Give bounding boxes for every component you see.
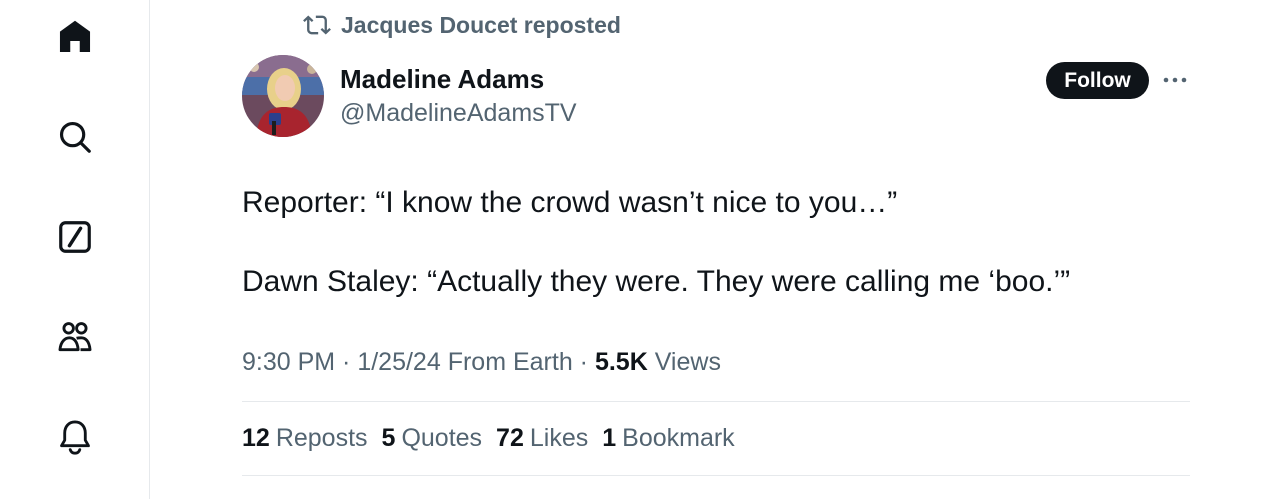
views-label: Views — [647, 348, 721, 376]
engagement-stats: 12 Reposts 5 Quotes 72 Likes 1 Bookmark — [242, 421, 749, 455]
likes-stat[interactable]: 72 Likes — [496, 421, 588, 455]
quotes-label: Quotes — [401, 424, 483, 452]
divider — [242, 475, 1190, 476]
notifications-icon[interactable] — [54, 416, 96, 458]
repost-icon — [303, 15, 331, 35]
likes-count: 72 — [496, 424, 524, 452]
reposts-label: Reposts — [275, 424, 368, 452]
reposts-count: 12 — [242, 424, 270, 452]
views-count: 5.5K — [594, 348, 648, 376]
bookmarks-stat[interactable]: 1 Bookmark — [602, 421, 734, 455]
meta-separator: · — [572, 348, 595, 376]
repost-context[interactable]: Jacques Doucet reposted — [303, 10, 621, 40]
quotes-stat[interactable]: 5 Quotes — [382, 421, 483, 455]
repost-text: Jacques Doucet reposted — [341, 11, 621, 38]
tweet-location: From Earth — [440, 348, 573, 376]
tweet-time[interactable]: 9:30 PM — [242, 348, 335, 376]
tweet-date[interactable]: 1/25/24 — [357, 348, 440, 376]
avatar[interactable] — [242, 55, 324, 137]
compose-icon[interactable] — [54, 216, 96, 258]
meta-separator: · — [335, 348, 358, 376]
more-icon — [1163, 77, 1187, 83]
home-icon[interactable] — [54, 16, 96, 58]
tweet-line-1: Reporter: “I know the crowd wasn’t nice … — [242, 186, 898, 219]
more-options-button[interactable] — [1161, 68, 1189, 92]
likes-label: Likes — [529, 424, 589, 452]
author-handle[interactable]: @MadelineAdamsTV — [340, 96, 577, 130]
tweet-meta: 9:30 PM · 1/25/24 From Earth · 5.5K View… — [242, 345, 721, 379]
search-icon[interactable] — [54, 116, 96, 158]
reposts-stat[interactable]: 12 Reposts — [242, 421, 368, 455]
bookmarks-count: 1 — [602, 424, 617, 452]
tweet-detail: Jacques Doucet reposted Madeline Adams @… — [151, 0, 1280, 499]
sidebar-nav — [0, 0, 150, 499]
author-display-name[interactable]: Madeline Adams — [340, 62, 544, 96]
communities-icon[interactable] — [54, 316, 96, 358]
follow-button[interactable]: Follow — [1046, 62, 1149, 99]
tweet-text: Reporter: “I know the crowd wasn’t nice … — [242, 183, 1242, 302]
tweet-line-2: Dawn Staley: “Actually they were. They w… — [242, 265, 1071, 298]
bookmarks-label: Bookmark — [622, 424, 735, 452]
divider — [242, 401, 1190, 402]
quotes-count: 5 — [381, 424, 396, 452]
